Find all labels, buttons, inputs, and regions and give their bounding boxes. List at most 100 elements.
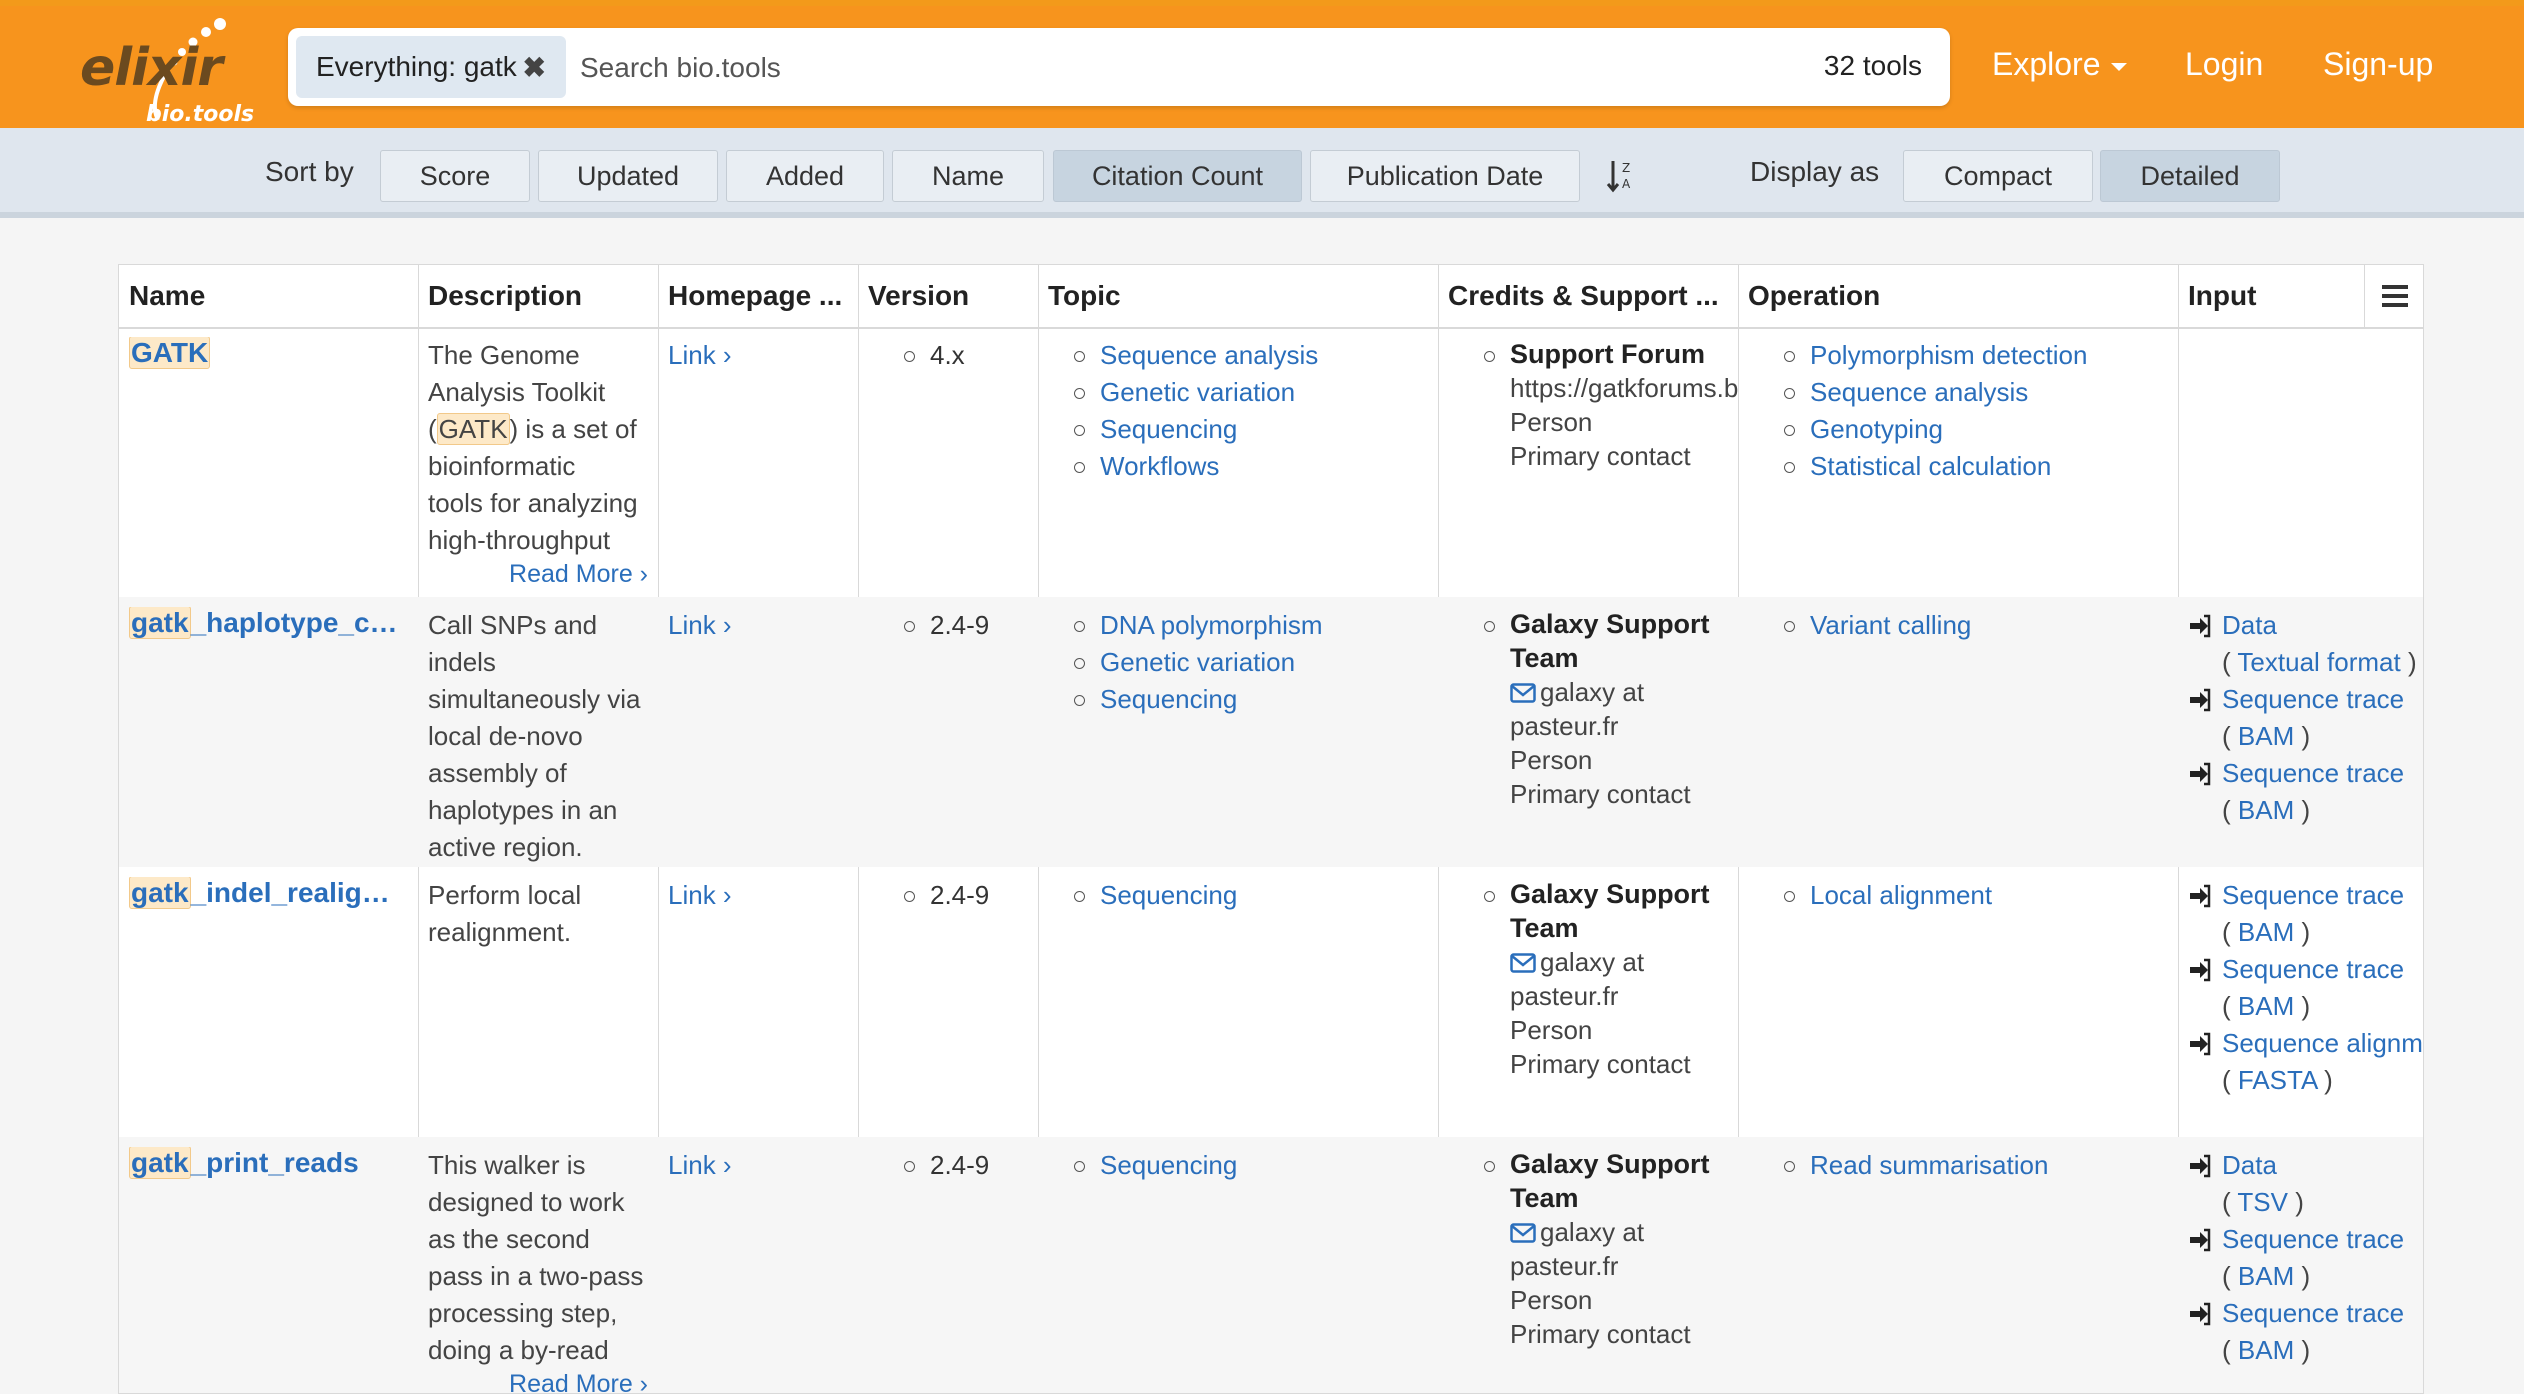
column-header-topic[interactable]: Topic: [1038, 265, 1438, 327]
topic-link[interactable]: Sequencing: [1074, 877, 1428, 914]
operation-link[interactable]: Local alignment: [1784, 877, 2168, 914]
sort-name-button[interactable]: Name: [892, 150, 1044, 202]
read-more-link[interactable]: Read More ›: [428, 1369, 648, 1393]
credit-email: pasteur.fr: [1510, 981, 1619, 1011]
homepage-link[interactable]: Link ›: [668, 610, 732, 640]
envelope-icon: [1510, 1223, 1536, 1243]
operation-link[interactable]: Read summarisation: [1784, 1147, 2168, 1184]
operation-link[interactable]: Polymorphism detection: [1784, 337, 2168, 374]
top-header: elixir bio.tools Everything: gatk ✖ 32 t…: [0, 0, 2524, 128]
homepage-link[interactable]: Link ›: [668, 1150, 732, 1180]
credit-name: Team: [1510, 1183, 1579, 1213]
credit-type: Person: [1510, 745, 1593, 775]
column-header-input[interactable]: Input: [2178, 265, 2358, 327]
sort-publication-date-button[interactable]: Publication Date: [1310, 150, 1580, 202]
credit-name: Galaxy Support: [1510, 879, 1710, 909]
sort-updated-button[interactable]: Updated: [538, 150, 718, 202]
credit-email: galaxy at: [1540, 677, 1645, 707]
display-compact-button[interactable]: Compact: [1903, 150, 2093, 202]
sign-in-icon: [2190, 884, 2211, 908]
input-format-link[interactable]: BAM: [2238, 917, 2294, 947]
topic-link[interactable]: Sequencing: [1074, 1147, 1428, 1184]
input-format-link[interactable]: BAM: [2238, 991, 2294, 1021]
column-header-name[interactable]: Name: [119, 265, 418, 327]
credit-name: Team: [1510, 913, 1579, 943]
credit-name: Galaxy Support: [1510, 609, 1710, 639]
credit-role: Primary contact: [1510, 441, 1691, 471]
homepage-link[interactable]: Link ›: [668, 880, 732, 910]
credit-email: pasteur.fr: [1510, 1251, 1619, 1281]
column-header-description[interactable]: Description: [418, 265, 658, 327]
topic-link[interactable]: Genetic variation: [1074, 644, 1428, 681]
tools-table: Name Description Homepage ... Version To…: [118, 264, 2424, 1394]
input-data-link[interactable]: Sequence trace: [2222, 1224, 2404, 1254]
input-data-link[interactable]: Sequence trace: [2222, 1298, 2404, 1328]
credit-email: galaxy at: [1540, 1217, 1645, 1247]
input-data-link[interactable]: Data: [2222, 610, 2277, 640]
column-header-homepage[interactable]: Homepage ...: [658, 265, 858, 327]
svg-text:Z: Z: [1622, 161, 1630, 175]
credit-name: Team: [1510, 643, 1579, 673]
sign-in-icon: [2190, 614, 2211, 638]
sort-citation-count-button[interactable]: Citation Count: [1053, 150, 1302, 202]
tool-name-link[interactable]: GATK: [129, 337, 211, 369]
version-value: 2.4-9: [904, 877, 1028, 914]
table-row: gatk_print_reads This walker is designed…: [119, 1137, 2423, 1393]
input-format-link[interactable]: TSV: [2237, 1187, 2288, 1217]
operation-link[interactable]: Variant calling: [1784, 607, 2168, 644]
homepage-link[interactable]: Link ›: [668, 340, 732, 370]
input-format-link[interactable]: Textual format: [2237, 647, 2400, 677]
credit-role: Primary contact: [1510, 1319, 1691, 1349]
operation-link[interactable]: Genotyping: [1784, 411, 2168, 448]
sort-order-icon[interactable]: Z A: [1606, 158, 1636, 194]
topic-link[interactable]: Sequence analysis: [1074, 337, 1428, 374]
explore-label: Explore: [1992, 46, 2101, 82]
input-data-link[interactable]: Sequence trace: [2222, 758, 2404, 788]
tool-name-link[interactable]: gatk_indel_realigner: [129, 877, 399, 909]
logo-text: elixir: [80, 38, 223, 98]
login-link[interactable]: Login: [2185, 46, 2263, 83]
input-data-link[interactable]: Data: [2222, 1150, 2277, 1180]
signup-link[interactable]: Sign-up: [2323, 46, 2433, 83]
input-data-link[interactable]: Sequence trace: [2222, 880, 2404, 910]
tool-description: This walker is designed to work as the s…: [418, 1137, 658, 1393]
input-format-link[interactable]: BAM: [2238, 721, 2294, 751]
column-menu-icon[interactable]: [2364, 265, 2423, 327]
table-header: Name Description Homepage ... Version To…: [119, 265, 2423, 329]
display-as-label: Display as: [1750, 156, 1880, 187]
topic-link[interactable]: Sequencing: [1074, 411, 1428, 448]
input-format-link[interactable]: BAM: [2238, 1261, 2294, 1291]
column-header-credits[interactable]: Credits & Support ...: [1438, 265, 1738, 327]
input-format-link[interactable]: FASTA: [2238, 1065, 2317, 1095]
version-value: 2.4-9: [904, 1147, 1028, 1184]
column-header-version[interactable]: Version: [858, 265, 1038, 327]
topic-link[interactable]: DNA polymorphism: [1074, 607, 1428, 644]
search-input[interactable]: [578, 36, 1622, 100]
table-row: gatk_haplotype_cal... Call SNPs and inde…: [119, 597, 2423, 867]
display-detailed-button[interactable]: Detailed: [2100, 150, 2280, 202]
input-data-link[interactable]: Sequence alignment: [2222, 1028, 2423, 1058]
tool-name-link[interactable]: gatk_haplotype_cal...: [129, 607, 399, 639]
tool-name-link[interactable]: gatk_print_reads: [129, 1147, 359, 1179]
read-more-link[interactable]: Read More ›: [428, 559, 648, 589]
operation-link[interactable]: Sequence analysis: [1784, 374, 2168, 411]
topic-link[interactable]: Genetic variation: [1074, 374, 1428, 411]
credit-url-link[interactable]: https://gatkforums.b: [1510, 371, 1738, 405]
input-data-link[interactable]: Sequence trace: [2222, 954, 2404, 984]
input-format-link[interactable]: BAM: [2238, 1335, 2294, 1365]
column-header-operation[interactable]: Operation: [1738, 265, 2178, 327]
credit-name: Galaxy Support: [1510, 1149, 1710, 1179]
topic-link[interactable]: Sequencing: [1074, 681, 1428, 718]
sort-score-button[interactable]: Score: [380, 150, 530, 202]
search-filter-chip[interactable]: Everything: gatk ✖: [296, 36, 566, 98]
elixir-logo[interactable]: elixir bio.tools: [78, 16, 258, 128]
close-icon[interactable]: ✖: [523, 51, 546, 84]
input-format-link[interactable]: BAM: [2238, 795, 2294, 825]
input-data-link[interactable]: Sequence trace: [2222, 684, 2404, 714]
topic-link[interactable]: Workflows: [1074, 448, 1428, 485]
input-cell: Sequence trace ( BAM ) Sequence trace ( …: [2178, 867, 2423, 1137]
sign-in-icon: [2190, 762, 2211, 786]
explore-menu[interactable]: Explore: [1992, 46, 2127, 83]
operation-link[interactable]: Statistical calculation: [1784, 448, 2168, 485]
sort-added-button[interactable]: Added: [726, 150, 884, 202]
